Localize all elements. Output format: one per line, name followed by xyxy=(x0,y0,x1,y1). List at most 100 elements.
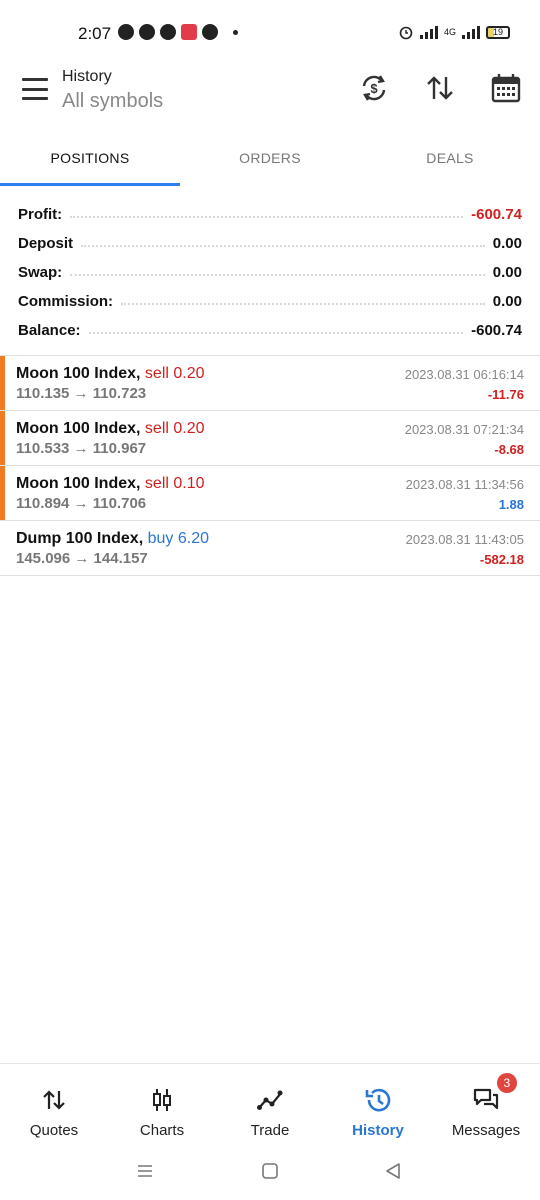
trade-icon xyxy=(257,1090,283,1110)
status-time: 2:07 xyxy=(78,24,112,43)
app-header: History All symbols $ xyxy=(0,60,540,128)
more-notifications-dot-icon xyxy=(233,29,238,35)
tab-positions[interactable]: POSITIONS xyxy=(0,130,180,186)
history-tabs: POSITIONS ORDERS DEALS xyxy=(0,130,540,186)
sort-button[interactable] xyxy=(424,72,456,104)
position-marker xyxy=(0,356,5,410)
tab-orders[interactable]: ORDERS xyxy=(180,130,360,186)
summary-value: 0.00 xyxy=(484,293,522,310)
nav-messages[interactable]: 3 Messages xyxy=(432,1064,540,1148)
summary-row-balance: Balance: -600.74 xyxy=(18,316,522,345)
symbol-name: Moon 100 Index, xyxy=(16,420,141,437)
summary-row-commission: Commission: 0.00 xyxy=(18,287,522,316)
position-symbol: Moon 100 Index, sell 0.10 xyxy=(16,475,205,493)
nav-label: Quotes xyxy=(29,1122,79,1139)
summary-label: Profit: xyxy=(18,206,71,223)
summary-panel: Profit: -600.74 Deposit 0.00 Swap: 0.00 … xyxy=(0,200,540,345)
nav-history[interactable]: History xyxy=(324,1064,432,1148)
calendar-icon xyxy=(491,74,521,103)
summary-value: -600.74 xyxy=(463,322,522,339)
position-marker xyxy=(0,466,5,520)
bottom-nav: Quotes Charts Trade History 3 Messages xyxy=(0,1063,540,1148)
dotted-leader xyxy=(121,302,485,305)
symbol-filter[interactable]: All symbols xyxy=(62,90,163,113)
trade-side: sell 0.20 xyxy=(144,365,205,382)
home-icon[interactable] xyxy=(261,1162,279,1180)
svg-text:$: $ xyxy=(370,81,378,96)
position-time: 2023.08.31 11:34:56 xyxy=(405,477,524,492)
tab-deals[interactable]: DEALS xyxy=(360,130,540,186)
charts-icon xyxy=(153,1089,171,1111)
battery-icon: 19 xyxy=(486,25,510,39)
nav-label: Charts xyxy=(139,1122,185,1139)
summary-row-profit: Profit: -600.74 xyxy=(18,200,522,229)
position-prices: 145.096 → 144.157 xyxy=(16,550,148,567)
nav-quotes[interactable]: Quotes xyxy=(0,1064,108,1148)
position-prices: 110.533 → 110.967 xyxy=(16,440,147,457)
position-profit: -582.18 xyxy=(479,552,524,567)
position-profit: -11.76 xyxy=(487,387,524,402)
summary-label: Commission: xyxy=(18,293,122,310)
system-nav-bar xyxy=(0,1150,540,1200)
symbol-name: Moon 100 Index, xyxy=(16,365,141,382)
dotted-leader xyxy=(70,273,485,276)
menu-icon[interactable] xyxy=(22,78,48,100)
symbol-name: Moon 100 Index, xyxy=(16,475,141,492)
page-title: History xyxy=(62,68,112,85)
trade-side: sell 0.20 xyxy=(144,420,205,437)
messenger-icon xyxy=(160,24,176,40)
battery-level: 19 xyxy=(492,26,503,37)
summary-label: Swap: xyxy=(18,264,71,281)
trade-side: sell 0.10 xyxy=(144,475,205,492)
position-time: 2023.08.31 07:21:34 xyxy=(404,422,524,437)
messages-badge: 3 xyxy=(496,1073,517,1093)
summary-label: Balance: xyxy=(18,322,89,339)
position-symbol: Dump 100 Index, buy 6.20 xyxy=(16,530,209,548)
position-prices: 110.894 → 110.706 xyxy=(16,495,147,512)
alarm-icon xyxy=(399,26,413,40)
trade-side: buy 6.20 xyxy=(147,530,209,547)
position-prices: 110.135 → 110.723 xyxy=(16,385,147,402)
system-status-icons: 4G 19 xyxy=(398,24,510,40)
position-symbol: Moon 100 Index, sell 0.20 xyxy=(16,420,205,438)
chat-icon xyxy=(139,24,155,40)
app-notification-icon xyxy=(202,24,218,40)
summary-label: Deposit xyxy=(18,235,82,252)
summary-value: -600.74 xyxy=(463,206,522,223)
position-time: 2023.08.31 11:43:05 xyxy=(405,532,524,547)
calendar-button[interactable] xyxy=(490,72,522,104)
list-item[interactable]: Moon 100 Index, sell 0.20 110.533 → 110.… xyxy=(0,411,540,466)
list-item[interactable]: Moon 100 Index, sell 0.10 110.894 → 110.… xyxy=(0,466,540,521)
quotes-icon xyxy=(43,1090,65,1110)
positions-list: Moon 100 Index, sell 0.20 110.135 → 110.… xyxy=(0,356,540,576)
position-time: 2023.08.31 06:16:14 xyxy=(404,367,524,382)
list-item[interactable]: Dump 100 Index, buy 6.20 145.096 → 144.1… xyxy=(0,521,540,576)
nav-charts[interactable]: Charts xyxy=(108,1064,216,1148)
symbol-name: Dump 100 Index, xyxy=(16,530,144,547)
nav-label: Trade xyxy=(250,1122,290,1139)
history-icon xyxy=(365,1088,391,1112)
notification-icons xyxy=(118,24,238,40)
messages-icon xyxy=(473,1088,499,1110)
position-profit: -8.68 xyxy=(494,442,524,457)
signal-icon xyxy=(419,25,438,39)
summary-row-deposit: Deposit 0.00 xyxy=(18,229,522,258)
nav-label: Messages xyxy=(451,1122,521,1139)
summary-value: 0.00 xyxy=(484,264,522,281)
position-profit: 1.88 xyxy=(498,497,524,512)
recent-apps-icon[interactable] xyxy=(136,1162,154,1180)
sort-arrows-icon xyxy=(427,76,453,100)
screen-record-icon xyxy=(181,24,197,40)
back-icon[interactable] xyxy=(384,1162,402,1180)
position-symbol: Moon 100 Index, sell 0.20 xyxy=(16,365,205,383)
signal-2-icon xyxy=(462,25,480,39)
dotted-leader xyxy=(81,244,485,247)
whatsapp-icon xyxy=(118,24,134,40)
list-item[interactable]: Moon 100 Index, sell 0.20 110.135 → 110.… xyxy=(0,356,540,411)
position-marker xyxy=(0,411,5,465)
dotted-leader xyxy=(88,331,464,334)
nav-trade[interactable]: Trade xyxy=(216,1064,324,1148)
summary-row-swap: Swap: 0.00 xyxy=(18,258,522,287)
currency-convert-button[interactable]: $ xyxy=(358,72,390,104)
network-type: 4G xyxy=(443,27,456,37)
